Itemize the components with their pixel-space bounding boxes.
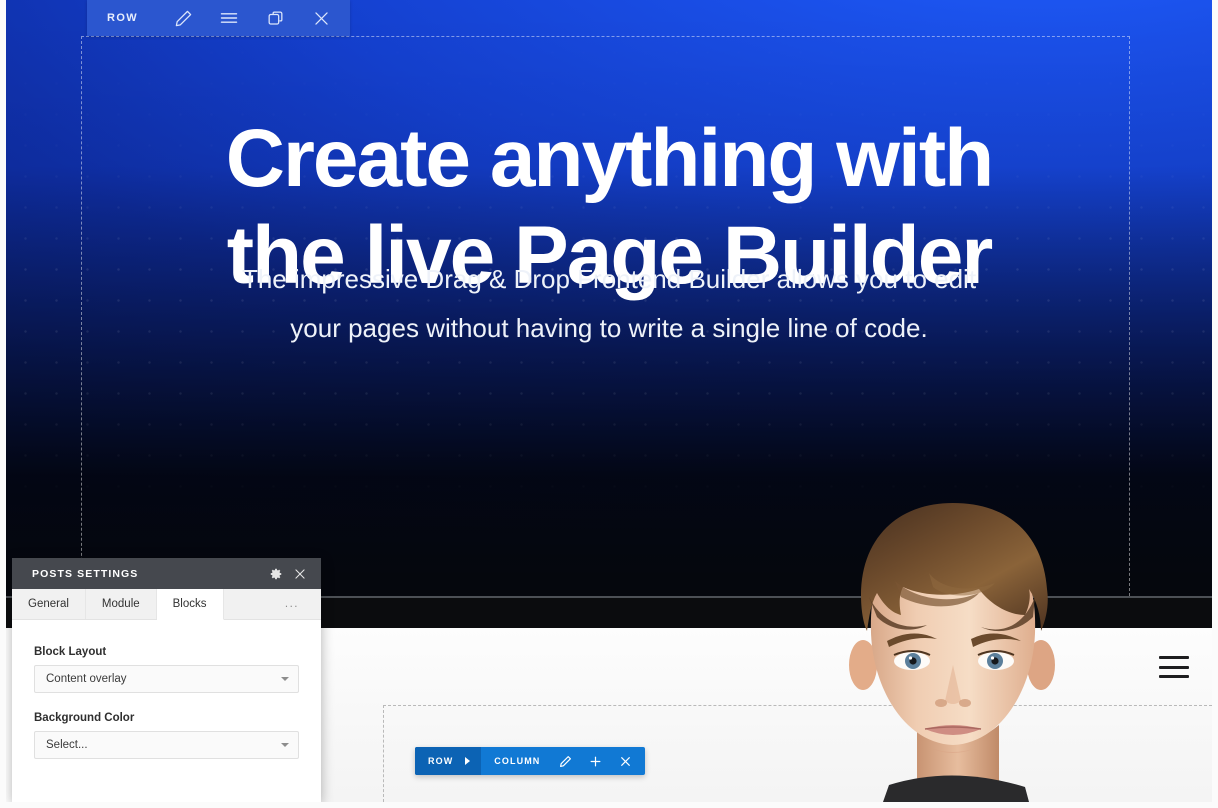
close-icon[interactable] [288, 558, 312, 589]
chevron-down-icon [281, 677, 289, 681]
block-layout-select[interactable]: Content overlay [34, 665, 299, 693]
column-toolbar-column-label: COLUMN [494, 756, 541, 766]
block-layout-value: Content overlay [46, 673, 127, 685]
chevron-down-icon [281, 743, 289, 747]
column-toolbar[interactable]: ROW COLUMN [415, 747, 646, 775]
hamburger-bar [1159, 665, 1189, 669]
tab-general[interactable]: General [12, 589, 86, 619]
row-toolbar[interactable]: ROW [87, 0, 351, 36]
pencil-icon[interactable] [551, 747, 579, 775]
page-viewport: Create anything with the live Page Build… [6, 0, 1212, 802]
pencil-icon[interactable] [160, 0, 206, 36]
background-color-select[interactable]: Select... [34, 731, 299, 759]
tab-module[interactable]: Module [86, 589, 157, 619]
close-icon[interactable] [298, 0, 344, 36]
background-color-value: Select... [46, 739, 88, 751]
headline-line-1: Create anything with [225, 113, 994, 204]
subheadline-line-2: your pages without having to write a sin… [290, 313, 928, 343]
gear-icon[interactable] [264, 558, 288, 589]
duplicate-icon[interactable] [252, 0, 298, 36]
panel-body: Block Layout Content overlay Background … [12, 620, 321, 759]
tab-blocks[interactable]: Blocks [156, 589, 224, 620]
panel-header: POSTS SETTINGS [12, 558, 321, 589]
plus-icon[interactable] [581, 747, 609, 775]
block-layout-label: Block Layout [34, 646, 107, 658]
hamburger-icon[interactable] [1159, 656, 1189, 678]
panel-tabs[interactable]: General Module Blocks ... [12, 589, 321, 620]
background-color-label: Background Color [34, 712, 135, 724]
column-toolbar-row-segment[interactable]: ROW [415, 747, 482, 775]
tab-more-options[interactable]: ... [263, 589, 321, 619]
hamburger-icon[interactable] [206, 0, 252, 36]
screenshot-frame: Create anything with the live Page Build… [0, 0, 1218, 808]
subheadline-line-1: The impressive Drag & Drop Frontend Buil… [241, 264, 977, 294]
hero-section: Create anything with the live Page Build… [6, 0, 1212, 596]
column-toolbar-column-segment[interactable]: COLUMN [481, 747, 645, 775]
close-icon[interactable] [611, 747, 639, 775]
chevron-right-icon [464, 757, 471, 765]
hamburger-bar [1159, 656, 1189, 659]
posts-settings-panel: POSTS SETTINGS General Module Blocks ...… [12, 558, 321, 802]
page-subheadline: The impressive Drag & Drop Frontend Buil… [6, 255, 1212, 353]
row-toolbar-label: ROW [107, 12, 139, 24]
panel-title: POSTS SETTINGS [32, 567, 139, 580]
column-toolbar-row-label: ROW [428, 756, 454, 766]
hamburger-bar [1159, 675, 1189, 678]
